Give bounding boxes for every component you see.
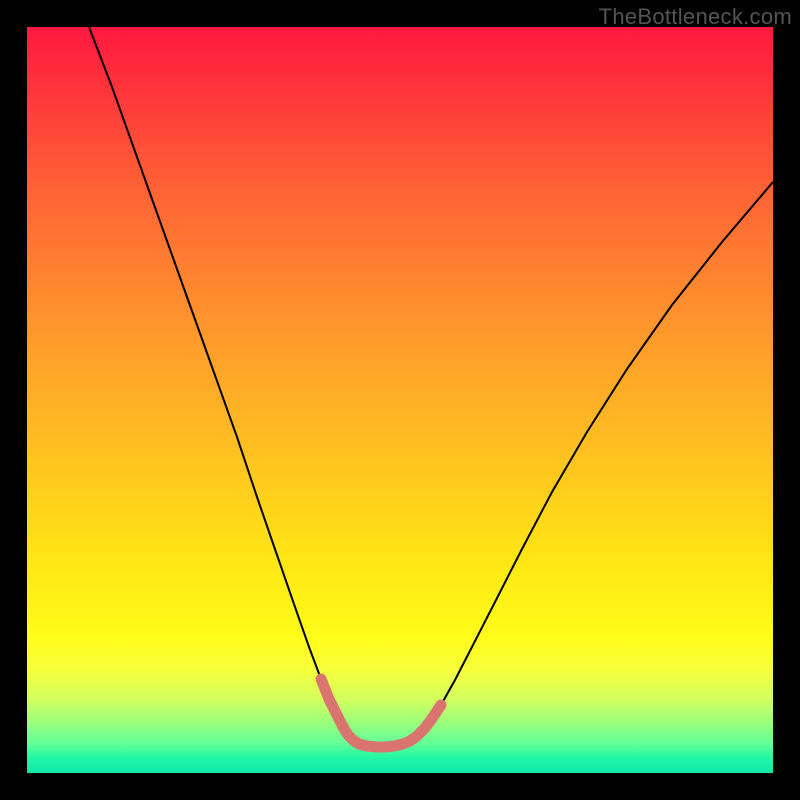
chart-frame: TheBottleneck.com [0,0,800,800]
black-curve [89,27,773,747]
pink-trough [321,679,441,747]
watermark-text: TheBottleneck.com [599,4,792,30]
plot-area [27,27,773,773]
curves-svg [27,27,773,773]
